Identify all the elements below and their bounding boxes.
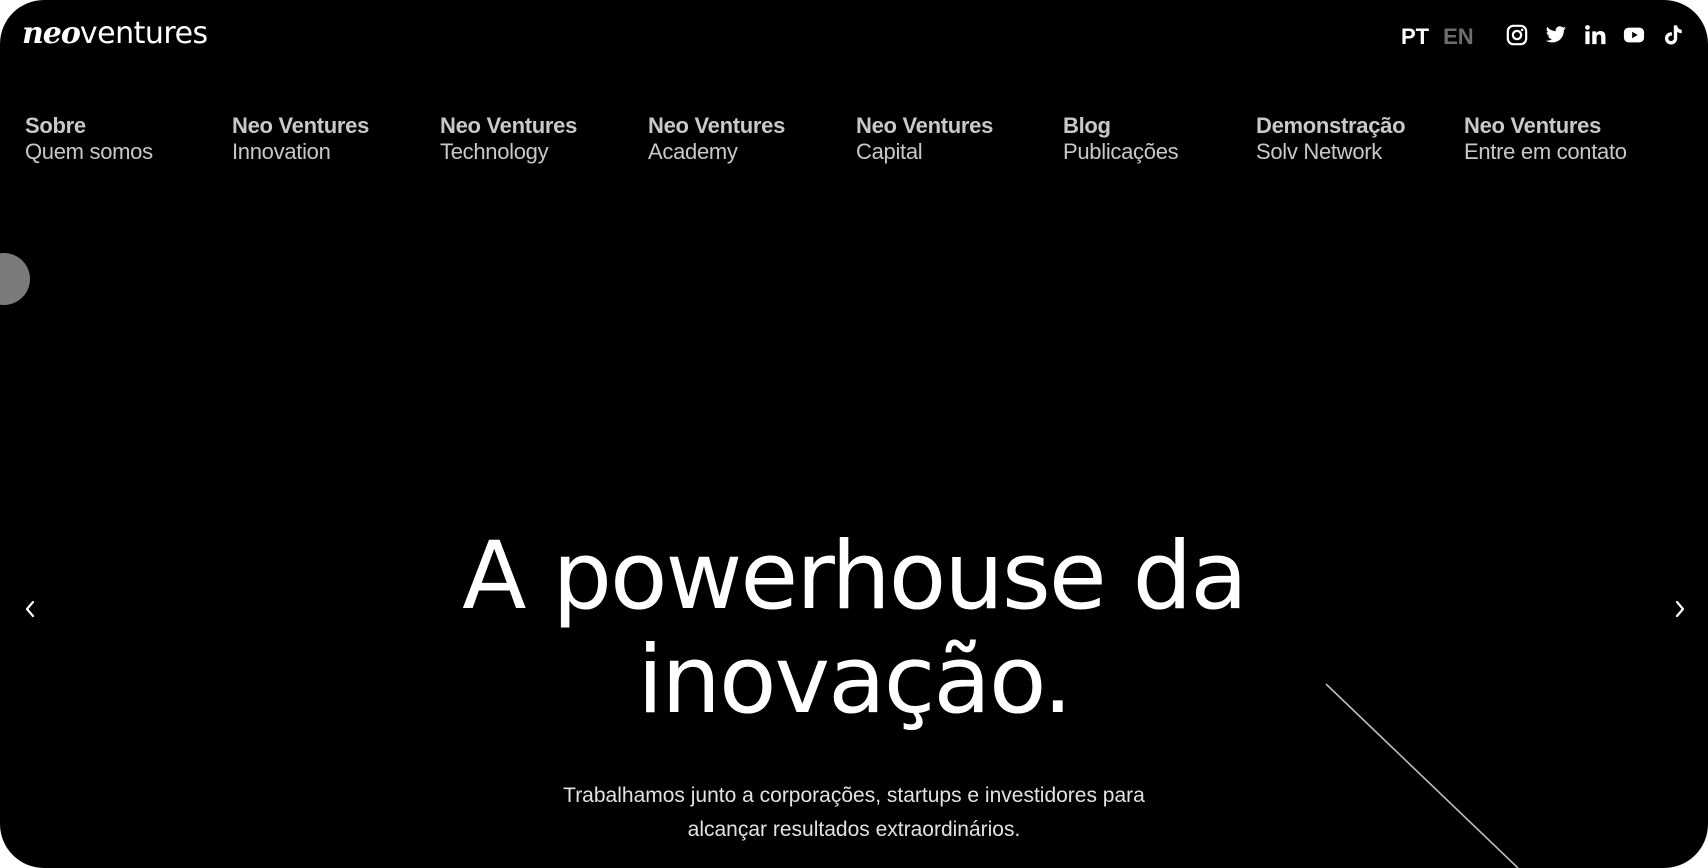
nav-item-title: Sobre [25, 113, 86, 138]
language-switcher: PT EN [1401, 24, 1474, 50]
nav-item-innovation[interactable]: Neo Ventures Innovation [232, 113, 369, 165]
social-links [1504, 22, 1686, 48]
nav-item-subtitle: Quem somos [25, 139, 153, 164]
nav-item-subtitle: Innovation [232, 139, 331, 164]
language-pt[interactable]: PT [1401, 24, 1429, 49]
nav-item-title: Neo Ventures [440, 113, 578, 138]
nav-item-subtitle: Academy [648, 139, 738, 164]
nav-item-subtitle: Technology [440, 139, 549, 164]
nav-item-title: Neo Ventures [1464, 113, 1602, 138]
hero-headline: A powerhouse da inovação. [354, 525, 1354, 733]
nav-item-subtitle: Publicações [1063, 139, 1179, 164]
scroll-indicator-dot[interactable] [0, 253, 30, 305]
tiktok-icon[interactable] [1660, 22, 1686, 48]
nav-item-title: Demonstração [1256, 113, 1406, 138]
nav-item-blog[interactable]: Blog Publicações [1063, 113, 1179, 165]
carousel-next-button[interactable] [1668, 594, 1692, 624]
logo-ventures-text: ventures [79, 16, 208, 51]
nav-item-demonstracao[interactable]: Demonstração Solv Network [1256, 113, 1406, 165]
hero-subtext: Trabalhamos junto a corporações, startup… [454, 779, 1254, 847]
hero-subtext-line-2: alcançar resultados extraordinários. [687, 818, 1021, 841]
logo[interactable]: neoventures [22, 14, 208, 54]
page-frame: neoventures PT EN Sobre Quem somos Neo V… [0, 0, 1708, 868]
language-en[interactable]: EN [1443, 24, 1474, 49]
youtube-icon[interactable] [1621, 22, 1647, 48]
hero-headline-line-2: inovação. [637, 626, 1072, 735]
linkedin-icon[interactable] [1582, 22, 1608, 48]
nav-item-subtitle: Solv Network [1256, 139, 1382, 164]
nav-item-technology[interactable]: Neo Ventures Technology [440, 113, 577, 165]
logo-neo-text: neo [22, 16, 81, 51]
nav-item-academy[interactable]: Neo Ventures Academy [648, 113, 785, 165]
nav-item-title: Neo Ventures [232, 113, 370, 138]
twitter-icon[interactable] [1543, 22, 1569, 48]
nav-item-title: Neo Ventures [856, 113, 994, 138]
chevron-left-icon [25, 600, 35, 618]
nav-item-contato[interactable]: Neo Ventures Entre em contato [1464, 113, 1627, 165]
nav-item-sobre[interactable]: Sobre Quem somos [25, 113, 153, 165]
carousel-prev-button[interactable] [18, 594, 42, 624]
nav-item-subtitle: Capital [856, 139, 923, 164]
nav-item-capital[interactable]: Neo Ventures Capital [856, 113, 993, 165]
hero-headline-line-1: A powerhouse da [462, 522, 1248, 631]
nav-item-title: Neo Ventures [648, 113, 786, 138]
nav-item-subtitle: Entre em contato [1464, 139, 1627, 164]
instagram-icon[interactable] [1504, 22, 1530, 48]
chevron-right-icon [1675, 600, 1685, 618]
main-nav: Sobre Quem somos Neo Ventures Innovation… [25, 113, 1685, 173]
hero-subtext-line-1: Trabalhamos junto a corporações, startup… [563, 784, 1145, 807]
nav-item-title: Blog [1063, 113, 1111, 138]
